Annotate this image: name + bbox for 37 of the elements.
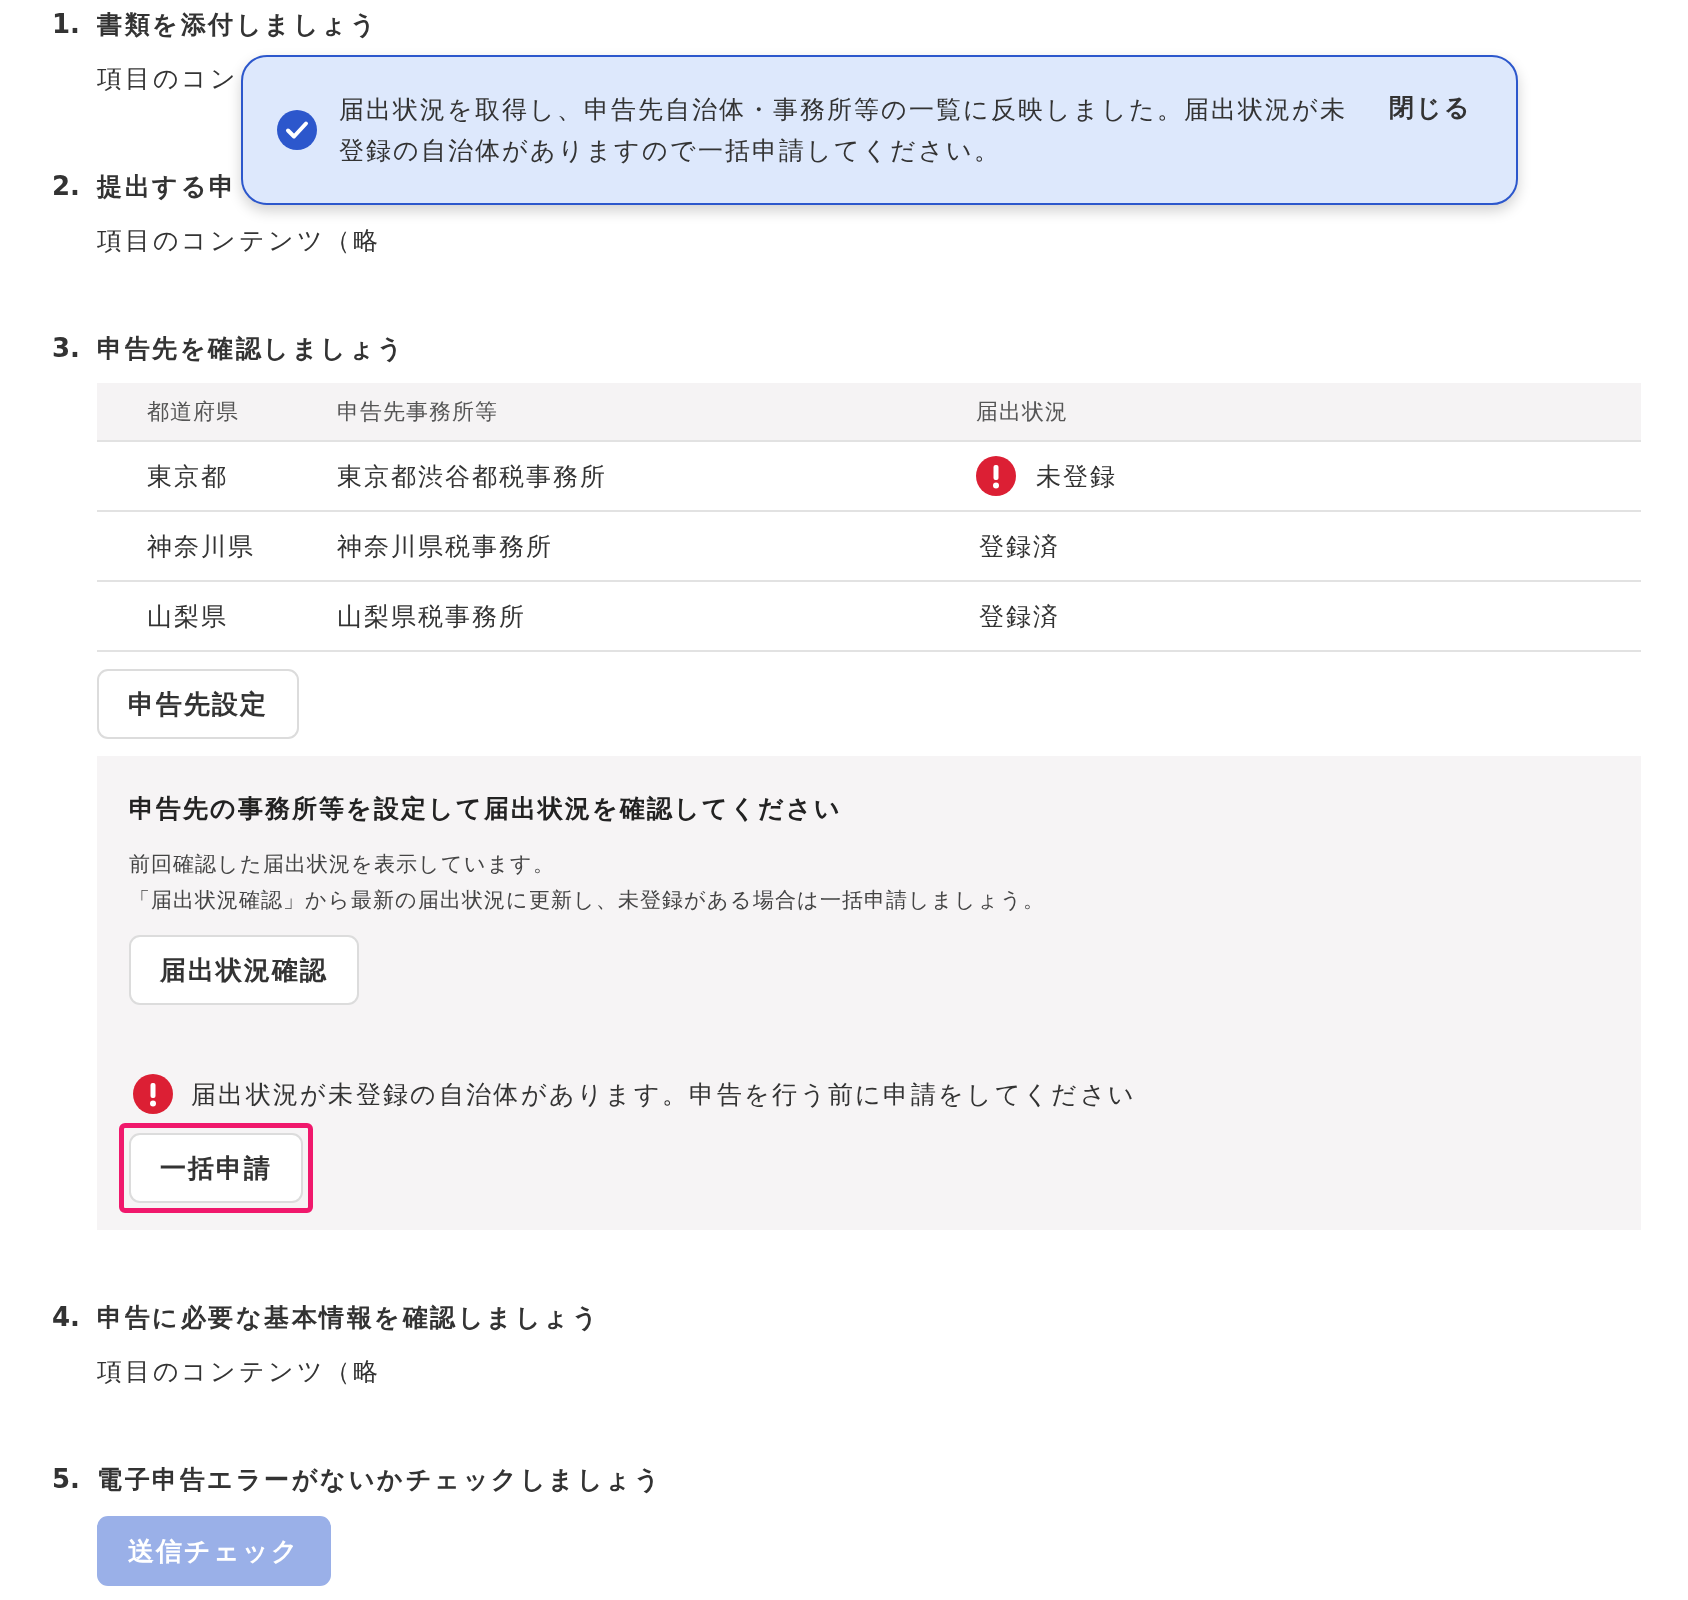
alert-icon [133, 1074, 173, 1114]
status-text: 登録済 [979, 600, 1060, 633]
table-cell: 山梨県 [147, 601, 228, 631]
step-title: 申告に必要な基本情報を確認しましょう [97, 1301, 600, 1334]
panel-text: 「届出状況確認」から最新の届出状況に更新し、未登録がある場合は一括申請しましょう。 [129, 887, 1045, 914]
step-title: 提出する申 [97, 170, 237, 203]
status-text: 登録済 [979, 530, 1060, 563]
panel-title: 申告先の事務所等を設定して届出状況を確認してください [129, 793, 843, 825]
alert-message: 届出状況が未登録の自治体があります。申告を行う前に申請をしてください [191, 1078, 1137, 1111]
step-number: 3. [52, 333, 81, 363]
toast-message: 届出状況を取得し、申告先自治体・事務所等の一覧に反映しました。届出状況が未登録の自治体がありますので一括申請してください。 [339, 94, 1348, 167]
column-header: 都道府県 [147, 398, 239, 424]
table-cell: 東京都 [147, 461, 228, 491]
status-text: 未登録 [1036, 460, 1117, 493]
step-number: 5. [52, 1464, 81, 1494]
table-cell: 神奈川県税事務所 [337, 531, 553, 561]
step-content: 項目のコンテンツ（略 [97, 1356, 382, 1388]
close-button[interactable]: 閉じる [1385, 91, 1476, 124]
step-title: 書類を添付しましょう [97, 8, 378, 41]
column-header: 届出状況 [976, 398, 1068, 424]
step-content: 項目のコン [97, 63, 240, 95]
panel-text: 前回確認した届出状況を表示しています。 [129, 851, 555, 878]
check-status-button[interactable]: 届出状況確認 [129, 935, 359, 1005]
check-icon [277, 110, 317, 150]
table-cell: 東京都渋谷都税事務所 [337, 461, 607, 491]
destination-settings-button[interactable]: 申告先設定 [97, 669, 299, 739]
table-cell: 山梨県税事務所 [337, 601, 526, 631]
step-title: 申告先を確認しましょう [97, 332, 406, 365]
bulk-apply-button[interactable]: 一括申請 [129, 1133, 303, 1203]
step-number: 1. [52, 9, 81, 39]
step-title: 電子申告エラーがないかチェックしましょう [97, 1463, 662, 1496]
table-cell: 神奈川県 [147, 531, 255, 561]
step-number: 2. [52, 171, 81, 201]
column-header: 申告先事務所等 [337, 398, 498, 424]
step-content: 項目のコンテンツ（略 [97, 225, 382, 257]
alert-icon [976, 456, 1016, 496]
step-number: 4. [52, 1302, 81, 1332]
